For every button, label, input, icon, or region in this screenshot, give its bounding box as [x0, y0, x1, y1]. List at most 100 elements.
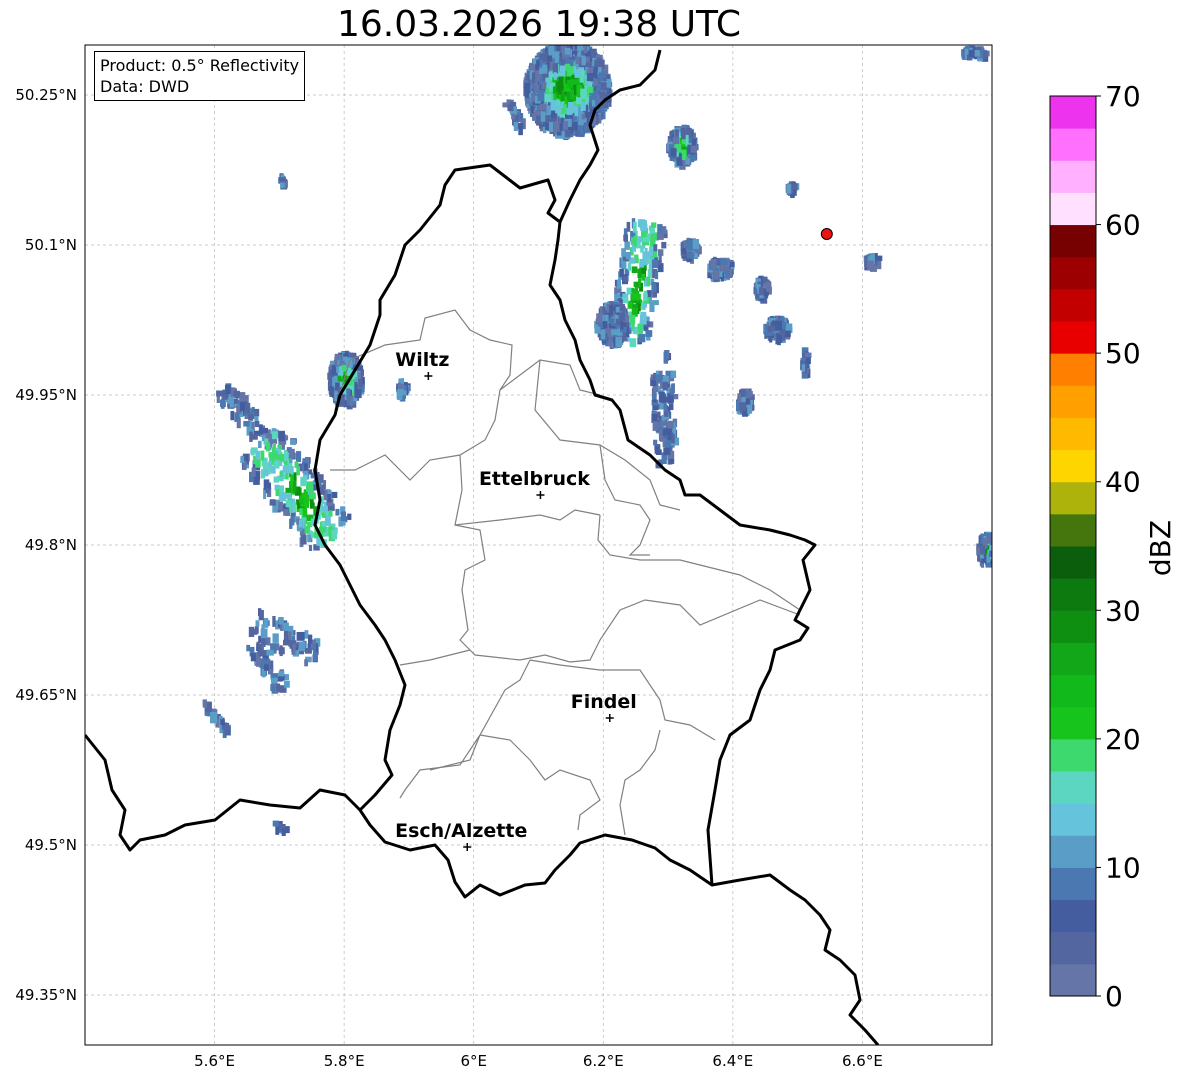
- echo-cell: [296, 466, 301, 476]
- echo-cell: [341, 364, 346, 371]
- echo-cell: [306, 481, 313, 492]
- echo-cell: [993, 541, 997, 546]
- echo-cell: [759, 287, 765, 296]
- echo-cell: [581, 113, 585, 120]
- echo-cell: [273, 476, 280, 483]
- echo-cell: [304, 659, 308, 667]
- echo-cell: [659, 420, 666, 427]
- echo-cell: [643, 290, 648, 301]
- echo-cell: [622, 297, 629, 304]
- echo-cell: [327, 494, 332, 503]
- echo-cell: [566, 107, 573, 115]
- echo-cell: [279, 485, 285, 494]
- echo-cell: [548, 45, 555, 56]
- echo-cell: [740, 403, 744, 414]
- echo-cell: [531, 93, 535, 102]
- echo-cell: [740, 388, 746, 398]
- echo-cell: [551, 110, 556, 119]
- echo-cell: [784, 330, 791, 337]
- echo-cell: [350, 395, 354, 407]
- echo-cell: [594, 59, 599, 67]
- echo-cell: [233, 390, 240, 397]
- echo-cell: [662, 396, 668, 403]
- product-label: Product: 0.5° Reflectivity: [100, 56, 300, 75]
- echo-cell: [670, 148, 677, 157]
- echo-cell: [623, 275, 629, 282]
- echo-cell: [303, 463, 308, 471]
- echo-cell: [790, 184, 798, 190]
- echo-cell: [651, 222, 657, 228]
- echo-cell: [775, 320, 783, 331]
- echo-cell: [655, 270, 659, 280]
- echo-cell: [246, 644, 251, 652]
- echo-cell: [658, 430, 663, 441]
- echo-cell: [320, 505, 328, 512]
- echo-cell: [346, 388, 351, 399]
- echo-cell: [275, 489, 280, 497]
- echo-cell: [670, 370, 677, 379]
- echo-cell: [278, 671, 285, 677]
- echo-cell: [298, 519, 303, 528]
- echo-cell: [663, 403, 667, 413]
- echo-cell: [574, 69, 581, 78]
- echo-cell: [646, 258, 652, 264]
- echo-cell: [278, 501, 283, 511]
- echo-cell: [767, 325, 773, 333]
- echo-cell: [524, 82, 531, 94]
- echo-cell: [581, 56, 586, 66]
- echo-cell: [298, 641, 306, 652]
- lon-tick-label: 6.6°E: [842, 1052, 883, 1070]
- echo-cell: [525, 74, 530, 81]
- lat-tick-label: 49.35°N: [15, 986, 77, 1004]
- echo-cell: [335, 508, 340, 516]
- echo-cell: [540, 111, 546, 122]
- lat-tick-label: 49.8°N: [25, 536, 77, 554]
- echo-cell: [968, 49, 975, 58]
- echo-cell: [622, 331, 627, 341]
- echo-cell: [621, 248, 626, 257]
- echo-cell: [272, 616, 276, 627]
- echo-cell: [586, 73, 594, 82]
- echo-cell: [633, 281, 639, 287]
- echo-cell: [252, 433, 258, 440]
- lat-tick-label: 50.1°N: [25, 236, 77, 254]
- echo-cell: [288, 631, 292, 641]
- echo-cell: [745, 398, 750, 405]
- echo-cell: [272, 633, 279, 643]
- echo-cell: [312, 643, 316, 654]
- echo-cell: [276, 683, 281, 692]
- echo-cell: [258, 440, 262, 449]
- echo-cell: [553, 72, 557, 80]
- echo-cell: [279, 471, 283, 477]
- echo-cell: [513, 121, 518, 132]
- echo-cell: [625, 252, 631, 260]
- echo-cell: [651, 282, 657, 293]
- echo-cell: [713, 270, 720, 280]
- lat-tick-label: 49.65°N: [15, 686, 77, 704]
- echo-cell: [235, 413, 240, 421]
- echo-cell: [290, 439, 296, 445]
- echo-cell: [293, 501, 297, 512]
- echo-cell: [656, 374, 663, 382]
- echo-cell: [255, 450, 260, 460]
- echo-cell: [511, 113, 516, 120]
- echo-cell: [263, 469, 269, 477]
- echo-cell: [646, 233, 651, 242]
- echo-cell: [623, 234, 629, 242]
- echo-cell: [661, 241, 667, 249]
- echo-cell: [580, 70, 585, 77]
- echo-cell: [248, 414, 254, 421]
- echo-cell: [652, 386, 656, 394]
- echo-cell: [321, 526, 327, 533]
- echo-cell: [245, 402, 251, 414]
- echo-cell: [627, 262, 632, 271]
- echo-cell: [596, 313, 603, 323]
- echo-cell: [273, 461, 278, 469]
- echo-cell: [656, 233, 664, 240]
- echo-cell: [747, 404, 753, 414]
- echo-cell: [546, 78, 551, 87]
- echo-cell: [620, 322, 624, 330]
- echo-cell: [289, 448, 295, 459]
- echo-cell: [229, 396, 234, 408]
- echo-cell: [308, 544, 313, 552]
